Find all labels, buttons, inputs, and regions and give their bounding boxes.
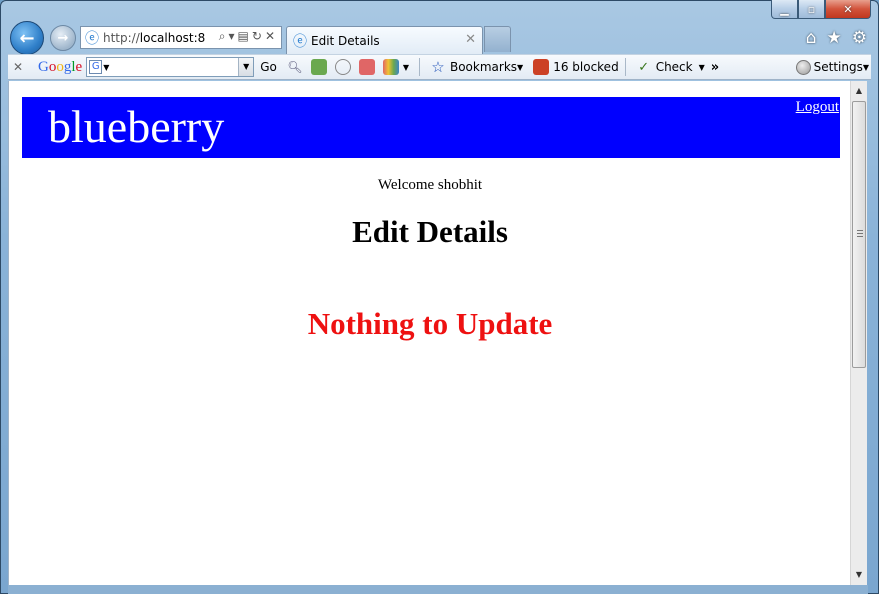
bookmark-star-icon: ☆ [431, 58, 445, 76]
page-content: blueberry Logout Welcome shobhit Edit De… [8, 81, 850, 585]
google-toolbar: ✕ Google G ▼ ▼ Go 🔍︎ ▼ ☆ Bookmarks ▼ 16 b… [8, 54, 871, 80]
restore-icon: ▫ [807, 2, 816, 16]
toolbar-separator-2 [624, 58, 626, 76]
google-search-box-icon: G [89, 60, 103, 74]
address-bar[interactable]: ⓔ http://localhost:8 ⌕▾▤↻✕ [80, 26, 282, 49]
tab-edit-details[interactable]: ⓔ Edit Details ✕ [286, 26, 483, 54]
window-bottom-border [8, 585, 868, 594]
maximize-button[interactable]: ▫ [798, 0, 825, 19]
popup-blocker-icon [533, 59, 550, 75]
compat-view-icon[interactable]: ▤ [238, 29, 252, 43]
dropdown-icon[interactable]: ▾ [229, 29, 238, 43]
browser-command-icons: ⌂ ★ ⚙ [806, 28, 867, 48]
spellcheck-button[interactable]: Check [656, 60, 693, 74]
address-host: localhost:8 [139, 30, 206, 45]
close-icon: ✕ [843, 2, 853, 16]
minimize-button[interactable]: ▁ [771, 0, 798, 19]
go-button[interactable]: Go [260, 60, 277, 74]
news-bubble-icon[interactable] [334, 59, 351, 75]
window-caption-buttons: ▁ ▫ ✕ [771, 0, 871, 20]
forward-button[interactable]: → [50, 25, 76, 51]
tab-close-icon[interactable]: ✕ [465, 32, 476, 47]
favorites-star-icon[interactable]: ★ [827, 28, 842, 48]
page-title: Edit Details [352, 214, 508, 249]
image-search-icon[interactable] [310, 59, 327, 75]
scrollbar-thumb[interactable] [852, 101, 866, 368]
back-button[interactable]: ← [10, 21, 44, 55]
status-message: Nothing to Update [307, 306, 553, 341]
scroll-down-arrow-icon[interactable]: ▼ [851, 567, 867, 583]
apps-dropdown-icon[interactable]: ▼ [403, 63, 409, 72]
bookmarks-button[interactable]: Bookmarks [450, 60, 517, 74]
spellcheck-icon: ✓ [638, 59, 650, 75]
more-tools-chevron[interactable]: » [711, 60, 719, 75]
settings-icon [795, 59, 811, 75]
bookmarks-dropdown-icon[interactable]: ▼ [517, 63, 523, 72]
gear-icon[interactable]: ⚙ [852, 28, 867, 48]
ie-page-icon: ⓔ [85, 30, 99, 47]
google-logo: Google [38, 58, 83, 75]
search-engine-dropdown-icon[interactable]: ▼ [103, 63, 109, 72]
back-arrow-icon: ← [19, 27, 35, 49]
forward-arrow-icon: → [57, 30, 69, 46]
toolbar-separator [418, 58, 420, 76]
tab-title: Edit Details [311, 33, 380, 48]
logout-link[interactable]: Logout [796, 99, 839, 116]
site-brand: blueberry [48, 101, 225, 152]
magnifier-icon[interactable]: 🔍︎ [287, 59, 303, 75]
navigation-bar: ← → ⓔ http://localhost:8 ⌕▾▤↻✕ ⓔ Edit De… [8, 20, 871, 55]
close-window-button[interactable]: ✕ [825, 0, 871, 19]
search-history-dropdown[interactable]: ▼ [238, 58, 254, 76]
scroll-up-arrow-icon[interactable]: ▲ [851, 83, 867, 99]
scrollbar-grip-icon [857, 230, 863, 237]
apps-puzzle-icon[interactable] [382, 59, 399, 75]
popup-blocker-button[interactable]: 16 blocked [553, 60, 619, 74]
address-tools: ⌕▾▤↻✕ [216, 29, 278, 44]
header-banner: blueberry Logout [22, 97, 840, 158]
toolbar-close-icon[interactable]: ✕ [8, 60, 28, 74]
refresh-icon[interactable]: ↻ [252, 29, 265, 43]
minimize-icon: ▁ [780, 2, 789, 16]
vertical-scrollbar[interactable]: ▲ ▼ [850, 81, 867, 585]
search-icon[interactable]: ⌕ [219, 29, 229, 43]
stop-icon[interactable]: ✕ [265, 29, 278, 43]
address-prefix: http:// [103, 30, 140, 45]
welcome-text: Welcome shobhit [377, 177, 483, 193]
ie-tab-icon: ⓔ [293, 33, 307, 50]
translate-icon[interactable] [358, 59, 375, 75]
new-tab-button[interactable] [484, 26, 511, 52]
google-search-input[interactable]: G ▼ ▼ [86, 57, 255, 77]
check-dropdown-icon[interactable]: ▼ [699, 63, 705, 72]
settings-button[interactable]: Settings [814, 60, 863, 74]
home-icon[interactable]: ⌂ [806, 28, 817, 48]
settings-dropdown-icon[interactable]: ▼ [863, 63, 869, 72]
